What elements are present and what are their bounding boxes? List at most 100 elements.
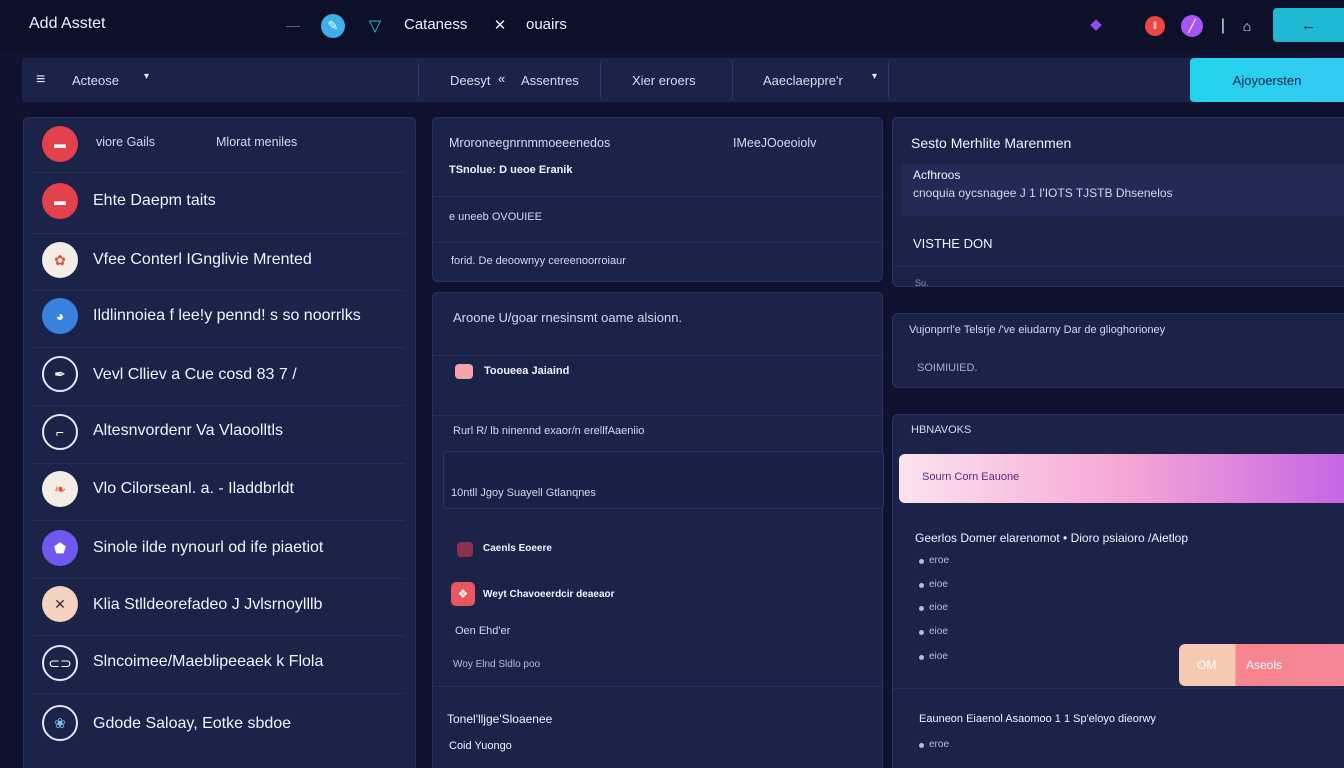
bullet-item: eioe [929, 626, 948, 637]
badge-left: OM [1197, 658, 1217, 672]
list-item[interactable]: Caenls Eoeere [483, 543, 552, 554]
app-icon: ❖ [451, 582, 475, 606]
lotus-icon: ❀ [42, 705, 78, 741]
details-line: Vujonprrl'e Telsrje /'ve eiudarny Dar de… [909, 324, 1166, 336]
divider [600, 62, 601, 98]
list-item[interactable]: Woy Elnd Sldlo poo [453, 659, 540, 670]
right-top-panel: Sesto Merhlite Marenmen Acfhroos cnoquia… [892, 117, 1344, 288]
meta-row: Eauneon Eiaenol Asaomoo 1 1 Sp'eloyo die… [919, 713, 1156, 725]
bullet-item: eroe [929, 555, 950, 566]
list-header-col1: viore Gails [96, 135, 156, 149]
bullet-item: eioe [929, 651, 948, 662]
list-item[interactable]: Weyt Chavoeerdcir deaeaor [483, 589, 615, 600]
footnote: Su. [915, 278, 929, 288]
right-mid-panel: Vujonprrl'e Telsrje /'ve eiudarny Dar de… [892, 313, 1344, 388]
badge-right: Aseols [1246, 658, 1283, 672]
menu-label[interactable]: Acteose [72, 73, 119, 88]
left-list-panel: ▬ viore Gails Mlorat meniles ▬ Ehte Daep… [23, 117, 416, 768]
drop-icon[interactable]: ◆ [1088, 16, 1104, 33]
nav-cataness[interactable]: Cataness [404, 16, 467, 33]
bar-icon[interactable]: | [1218, 16, 1228, 36]
pen-icon[interactable]: ╱ [1181, 15, 1203, 37]
list-item[interactable]: Gdode Saloay, Eotke sbdoe [93, 715, 291, 733]
banner-label: Sourn Corn Eauone [922, 471, 1020, 483]
bullet-item: eroe [929, 739, 950, 750]
list-header-col2: Mlorat meniles [216, 135, 298, 149]
divider [732, 62, 733, 98]
folder-icon [455, 364, 473, 379]
list-item[interactable]: Ildlinnoiea f lee!y pennd! s so noorrlks [93, 307, 361, 325]
hook-icon: ⌐ [42, 414, 78, 450]
nav-assentres[interactable]: Assentres [521, 73, 579, 88]
footer-title: Tonel'lljge'Sloaenee [447, 712, 553, 726]
tag-badge[interactable]: OM Aseols [1179, 644, 1344, 686]
list-item[interactable]: Sinole ilde nynourl od ife piaetiot [93, 539, 323, 557]
close-x-icon[interactable]: ✕ [491, 16, 509, 34]
flower-icon: ✿ [42, 242, 78, 278]
section-title: Aroone U/goar rnesinsmt oame alsionn. [453, 310, 683, 325]
divider [888, 62, 889, 98]
primary-action-label: Ajoyoersten [1232, 72, 1302, 88]
list-item[interactable]: 10ntll Jgoy Suayell Gtlanqnes [451, 487, 596, 499]
list-item[interactable]: Vlo Cilorseanl. a. - Iladdbrldt [93, 480, 294, 498]
primary-action-button[interactable]: Ajoyoersten [1190, 58, 1344, 102]
highlight-banner[interactable]: Sourn Corn Eauone [899, 454, 1344, 503]
col-header-2: IMeeJOoeoiolv [733, 136, 817, 150]
footer-value: Coid Yuongo [449, 740, 512, 752]
minus-icon: ▬ [42, 183, 78, 219]
section-header: HBNAVOKS [911, 424, 972, 436]
minus-icon[interactable]: — [285, 17, 301, 33]
status-label: VISTHE DON [913, 236, 993, 251]
col-header-1: Mroroneegnrnmmoeeenedos [449, 136, 611, 150]
back-action-button[interactable]: ← [1273, 8, 1344, 42]
right-bottom-panel: HBNAVOKS Sourn Corn Eauone Geerlos Domer… [892, 414, 1344, 768]
nav-ouairs[interactable]: ouairs [526, 16, 567, 33]
shield-icon: ⬟ [42, 530, 78, 566]
divider [418, 62, 419, 98]
input-field[interactable] [443, 451, 884, 509]
middle-top-panel: Mroroneegnrnmmoeeenedos IMeeJOoeoiolv TS… [432, 117, 883, 282]
list-item[interactable]: Vfee Conterl IGnglivie Mrented [93, 251, 312, 269]
chevron-down-icon[interactable]: ▾ [144, 71, 149, 82]
list-item[interactable]: Oen Ehd'er [455, 625, 510, 637]
x-icon: ✕ [42, 586, 78, 622]
info-line: e uneeb OVOUIEE [449, 211, 542, 223]
bullet-item: eioe [929, 579, 948, 590]
list-item[interactable]: Ehte Daepm taits [93, 192, 216, 210]
toolbar: ≡ Acteose ▾ Deesyt « Assentres Xier eroe… [22, 58, 1344, 102]
tag-icon[interactable]: ⌂ [1240, 16, 1254, 36]
info-text: cnoquia oycsnagee J 1 I'IOTS TJSTB Dhsen… [913, 186, 1173, 200]
leaf-icon: ❧ [42, 471, 78, 507]
capsule-icon: ⊂⊃ [42, 645, 78, 681]
menu-icon[interactable]: ≡ [36, 71, 45, 89]
nav-aaeclaeppre[interactable]: Aaeclaeppre'r [763, 73, 843, 88]
record-icon[interactable]: ‖ [1145, 16, 1165, 36]
bullet-item: eioe [929, 602, 948, 613]
minus-icon: ▬ [42, 126, 78, 162]
arrow-left-icon: ← [1301, 16, 1316, 34]
brush-icon[interactable]: ✎ [321, 14, 345, 38]
list-item[interactable]: Tooueea Jaiaind [484, 365, 569, 377]
nav-xier[interactable]: Xier eroers [632, 73, 696, 88]
info-line: forid. De deoownyy cereenoorroiaur [451, 255, 626, 267]
list-item[interactable]: Klia Stlldeorefadeo J Jvlsrnoylllb [93, 596, 322, 614]
info-line: TSnolue: D ueoe Eranik [449, 164, 573, 176]
list-item[interactable]: Altesnvordenr Va Vlaoolltls [93, 422, 283, 440]
list-item[interactable]: Slncoimee/Maeblipeeaek k Flola [93, 653, 323, 671]
globe-icon: ◕ [42, 298, 78, 334]
filter-row: Geerlos Domer elarenomot • Dioro psiaior… [915, 531, 1188, 545]
details-status: SOIMIUIED. [917, 362, 978, 374]
list-item[interactable]: Vevl Clliev a Cue cosd 83 7 / [93, 366, 297, 384]
triangle-icon[interactable]: ▽ [365, 16, 385, 36]
middle-bottom-panel: Aroone U/goar rnesinsmt oame alsionn. To… [432, 292, 884, 768]
panel-title: Sesto Merhlite Marenmen [911, 135, 1072, 151]
chevron-down-icon[interactable]: ▾ [872, 71, 877, 82]
info-heading: Acfhroos [913, 168, 961, 182]
top-bar: Add Asstet — ✎ ▽ Cataness ✕ ouairs ◆ ‖ ╱… [0, 0, 1344, 50]
chevrons-left-icon[interactable]: « [498, 71, 505, 86]
square-icon [457, 542, 473, 557]
app-title: Add Asstet [29, 15, 106, 32]
list-item[interactable]: Rurl R/ lb ninennd exaor/n erellfAaeniio [453, 425, 644, 437]
nav-deesyt[interactable]: Deesyt [450, 73, 490, 88]
quill-icon: ✒ [42, 356, 78, 392]
